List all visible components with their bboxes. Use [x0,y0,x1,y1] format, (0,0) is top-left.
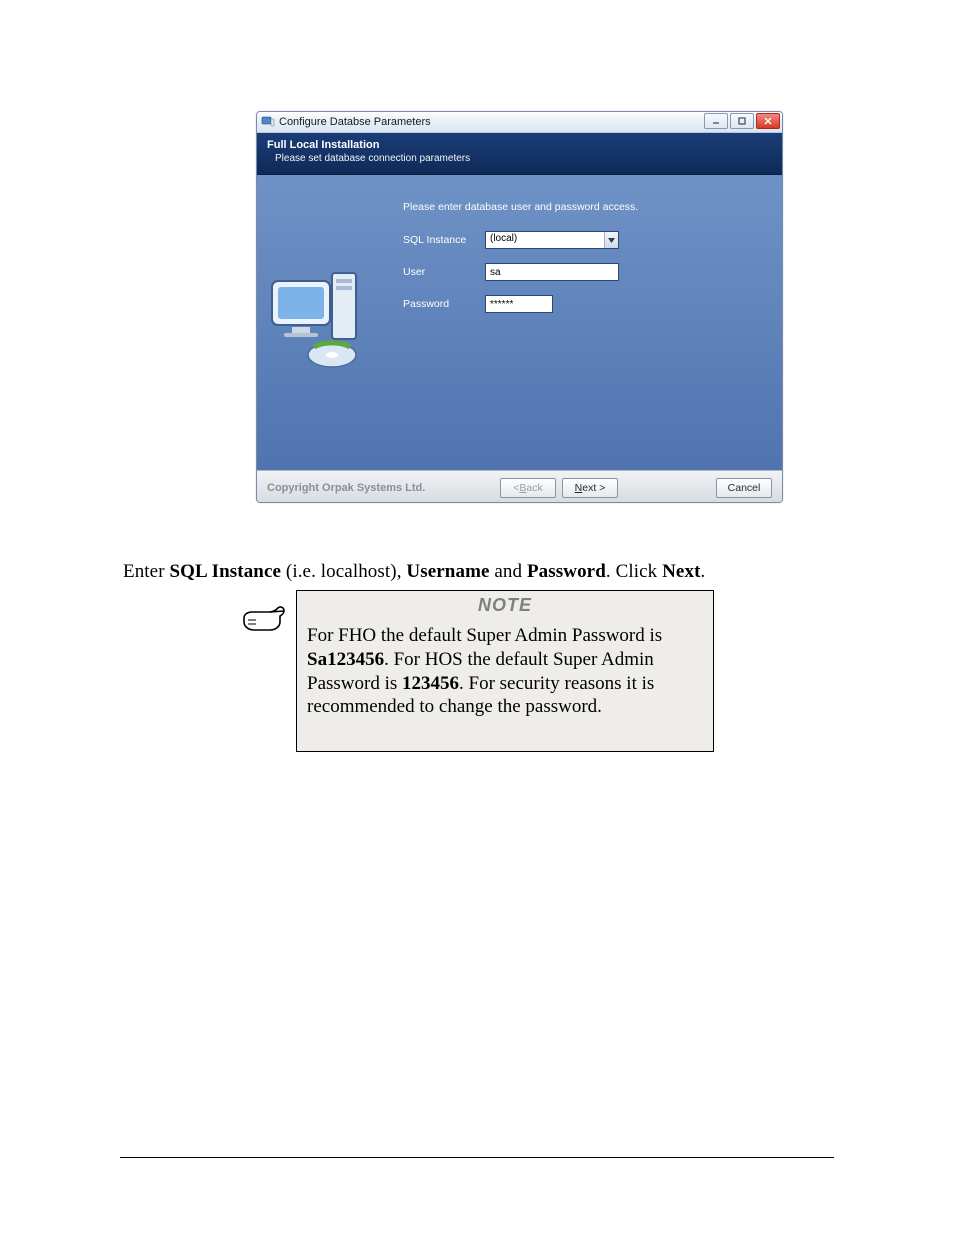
chevron-down-icon[interactable] [604,232,618,248]
footer-divider [120,1157,834,1158]
pointing-hand-icon [240,596,288,636]
minimize-button[interactable] [704,113,728,129]
note-box: NOTE For FHO the default Super Admin Pas… [296,590,714,752]
next-button[interactable]: Next > [562,478,618,498]
label-user: User [403,266,485,278]
window-controls [704,113,780,129]
copyright-text: Copyright Orpak Systems Ltd. [267,482,425,494]
row-password: Password [403,295,764,313]
installer-window: Configure Databse Parameters Full Local … [256,111,783,503]
wizard-subheading: Please set database connection parameter… [267,153,772,164]
row-user: User [403,263,764,281]
user-input[interactable] [485,263,619,281]
titlebar: Configure Databse Parameters [257,112,782,133]
back-button[interactable]: < Back [500,478,556,498]
app-icon [261,115,275,129]
note-body: For FHO the default Super Admin Password… [307,624,703,719]
wizard-footer: Copyright Orpak Systems Ltd. < Back Next… [257,470,782,503]
instruction-text: Enter SQL Instance (i.e. localhost), Use… [123,561,833,583]
wizard-content: Please enter database user and password … [257,175,782,470]
note-section: NOTE For FHO the default Super Admin Pas… [240,590,720,752]
password-input[interactable] [485,295,553,313]
cancel-button[interactable]: Cancel [716,478,772,498]
form-pane: Please enter database user and password … [385,175,782,470]
illustration [257,175,385,470]
wizard-header: Full Local Installation Please set datab… [257,133,782,175]
note-title: NOTE [307,595,703,616]
sql-instance-value: (local) [486,232,604,248]
label-password: Password [403,298,485,310]
maximize-button[interactable] [730,113,754,129]
close-button[interactable] [756,113,780,129]
window-title: Configure Databse Parameters [279,116,431,128]
row-sql-instance: SQL Instance (local) [403,231,764,249]
form-instruction: Please enter database user and password … [403,201,764,213]
sql-instance-combobox[interactable]: (local) [485,231,619,249]
wizard-heading: Full Local Installation [267,139,772,151]
label-sql-instance: SQL Instance [403,234,485,246]
